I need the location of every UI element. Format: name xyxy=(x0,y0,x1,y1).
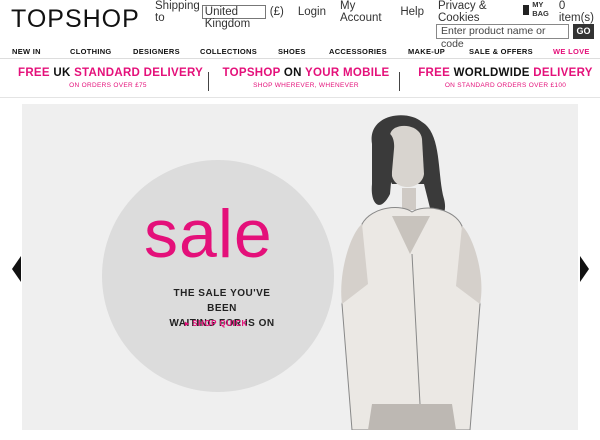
sale-headline: sale xyxy=(144,196,273,272)
promo-title: FREE UK STANDARD DELIVERY xyxy=(18,67,204,79)
shopping-bag-icon xyxy=(522,5,530,15)
shipping-selector: Shipping to United Kingdom (£) xyxy=(155,0,284,30)
bag-item-count: 0 item(s) xyxy=(558,0,595,24)
promo-subtitle: ON STANDARD ORDERS OVER £100 xyxy=(444,82,567,89)
my-bag-link[interactable]: MY BAG 0 item(s) xyxy=(522,0,595,24)
promo-strip: FREE UK STANDARD DELIVERY ON ORDERS OVER… xyxy=(0,64,600,98)
promo-mobile[interactable]: TOPSHOP ON YOUR MOBILE SHOP WHEREVER, WH… xyxy=(216,67,396,89)
currency-label: (£) xyxy=(269,6,284,18)
nav-collections[interactable]: COLLECTIONS xyxy=(200,47,257,56)
promo-worldwide-delivery[interactable]: FREE WORLDWIDE DELIVERY ON STANDARD ORDE… xyxy=(413,67,598,89)
nav-accessories[interactable]: ACCESSORIES xyxy=(329,47,387,56)
help-link[interactable]: Help xyxy=(400,6,424,18)
promo-title: FREE WORLDWIDE DELIVERY xyxy=(418,67,593,79)
nav-clothing[interactable]: CLOTHING xyxy=(70,47,112,56)
bag-label: MY BAG xyxy=(532,0,549,18)
login-link[interactable]: Login xyxy=(298,6,326,18)
nav-we-love[interactable]: WE LOVE xyxy=(553,47,590,56)
nav-make-up[interactable]: MAKE-UP xyxy=(408,47,445,56)
search-go-button[interactable]: GO xyxy=(573,24,594,39)
shop-quick-link[interactable]: ▸ SHOP QUICK xyxy=(185,319,248,328)
promo-subtitle: ON ORDERS OVER £75 xyxy=(69,82,147,89)
topshop-logo[interactable]: TOPSHOP xyxy=(11,5,140,34)
shipping-label: Shipping to xyxy=(155,0,200,24)
nav-new-in[interactable]: NEW IN xyxy=(12,47,41,56)
model-photo xyxy=(341,115,482,430)
promo-divider xyxy=(208,72,209,91)
nav-designers[interactable]: DESIGNERS xyxy=(133,47,180,56)
privacy-cookies-link[interactable]: Privacy & Cookies xyxy=(438,0,511,24)
carousel-prev-arrow[interactable] xyxy=(12,256,21,282)
promo-subtitle: SHOP WHEREVER, WHENEVER xyxy=(253,82,359,89)
promo-uk-delivery[interactable]: FREE UK STANDARD DELIVERY ON ORDERS OVER… xyxy=(18,67,204,89)
promo-title: TOPSHOP ON YOUR MOBILE xyxy=(222,67,390,79)
hero-circle xyxy=(102,160,334,392)
hero-banner[interactable]: sale THE SALE YOU'VE BEEN WAITING FOR IS… xyxy=(22,104,578,430)
utility-nav: Shipping to United Kingdom (£) Login My … xyxy=(155,0,594,30)
category-nav: NEW IN CLOTHING DESIGNERS COLLECTIONS SH… xyxy=(0,43,600,59)
search-input[interactable]: Enter product name or code xyxy=(436,24,569,50)
carousel-next-arrow[interactable] xyxy=(580,256,589,282)
nav-sale-offers[interactable]: SALE & OFFERS xyxy=(469,47,533,56)
nav-shoes[interactable]: SHOES xyxy=(278,47,306,56)
my-account-link[interactable]: My Account xyxy=(340,0,386,24)
promo-divider xyxy=(399,72,400,91)
country-select[interactable]: United Kingdom xyxy=(201,5,266,30)
